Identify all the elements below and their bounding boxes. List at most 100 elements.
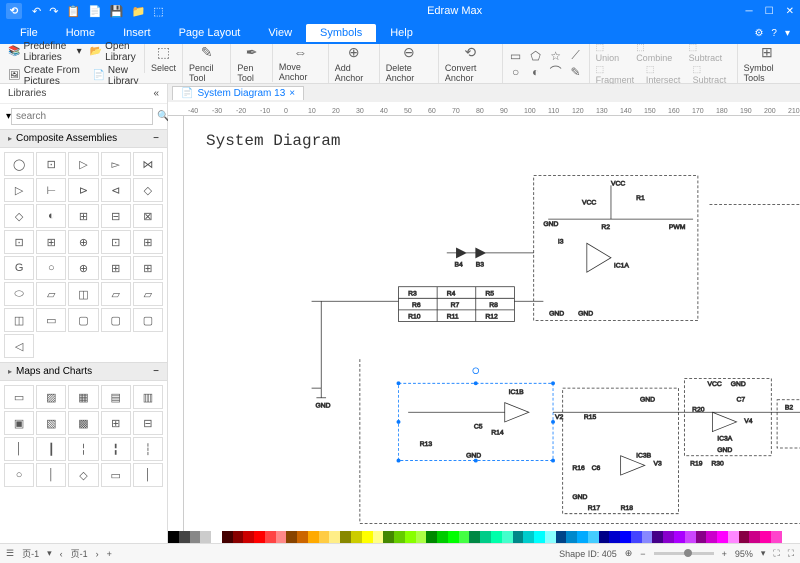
symbol-tools[interactable]: ⊞Symbol Tools — [737, 44, 796, 83]
shape-line[interactable]: ⟋ — [569, 49, 583, 63]
color-swatch[interactable] — [416, 531, 427, 543]
library-shape[interactable]: ⊞ — [133, 256, 163, 280]
search-input[interactable] — [11, 108, 153, 125]
accordion-composite[interactable]: Composite Assemblies− — [0, 129, 167, 148]
color-swatch[interactable] — [233, 531, 244, 543]
library-shape[interactable]: ◇ — [68, 463, 98, 487]
color-swatch[interactable] — [609, 531, 620, 543]
color-swatch[interactable] — [351, 531, 362, 543]
library-shape[interactable]: ◇ — [133, 178, 163, 202]
minimize-button[interactable]: ─ — [746, 6, 753, 17]
menu-view[interactable]: View — [254, 24, 306, 42]
library-shape[interactable]: ▷ — [68, 152, 98, 176]
color-swatch[interactable] — [652, 531, 663, 543]
library-shape[interactable]: ⬭ — [4, 282, 34, 306]
color-swatch[interactable] — [265, 531, 276, 543]
color-swatch[interactable] — [706, 531, 717, 543]
shape-pentagon[interactable]: ⬠ — [529, 49, 543, 63]
bool-subtract[interactable]: ⬚ Subtract — [689, 42, 731, 63]
library-shape[interactable]: ┃ — [36, 437, 66, 461]
library-shape[interactable]: ⋈ — [133, 152, 163, 176]
fit-page-icon[interactable]: ⛶ — [773, 548, 779, 559]
color-swatch[interactable] — [276, 531, 287, 543]
qat-save[interactable]: 💾 — [110, 5, 124, 18]
library-shape[interactable]: │ — [4, 437, 34, 461]
menu-page-layout[interactable]: Page Layout — [165, 24, 255, 42]
library-shape[interactable]: ▢ — [133, 308, 163, 332]
library-shape[interactable]: ▭ — [101, 463, 131, 487]
library-shape[interactable]: ⊳ — [68, 178, 98, 202]
color-swatch[interactable] — [329, 531, 340, 543]
color-swatch[interactable] — [749, 531, 760, 543]
color-palette[interactable] — [168, 531, 782, 543]
page-tab-2[interactable]: 页-1 — [71, 547, 88, 560]
color-swatch[interactable] — [599, 531, 610, 543]
color-swatch[interactable] — [523, 531, 534, 543]
color-swatch[interactable] — [577, 531, 588, 543]
convert-anchor-tool[interactable]: ⟲Convert Anchor — [438, 44, 502, 83]
settings-icon[interactable]: ⚙ — [754, 28, 763, 39]
library-shape[interactable]: ⊕ — [68, 256, 98, 280]
color-swatch[interactable] — [491, 531, 502, 543]
shape-star[interactable]: ☆ — [549, 49, 563, 63]
library-shape[interactable]: ○ — [4, 463, 34, 487]
qat-new[interactable]: 📄 — [88, 5, 102, 18]
color-swatch[interactable] — [620, 531, 631, 543]
bool-intersect[interactable]: ⬚ Intersect — [646, 64, 685, 85]
library-shape[interactable]: ▦ — [68, 385, 98, 409]
color-swatch[interactable] — [254, 531, 265, 543]
zoom-slider[interactable] — [654, 552, 714, 555]
page-next[interactable]: › — [96, 549, 99, 559]
library-shape[interactable]: ⊠ — [133, 204, 163, 228]
library-shape[interactable]: │ — [133, 463, 163, 487]
color-swatch[interactable] — [286, 531, 297, 543]
zoom-dropdown[interactable]: ▾ — [761, 548, 766, 559]
select-tool[interactable]: ⬚Select — [144, 44, 182, 73]
color-swatch[interactable] — [771, 531, 782, 543]
color-swatch[interactable] — [685, 531, 696, 543]
qat-clipboard[interactable]: 📋 — [66, 5, 80, 18]
color-swatch[interactable] — [308, 531, 319, 543]
bool-subtract2[interactable]: ⬚ Subtract — [693, 64, 731, 85]
color-swatch[interactable] — [513, 531, 524, 543]
color-swatch[interactable] — [566, 531, 577, 543]
library-shape[interactable]: ◇ — [4, 204, 34, 228]
library-shape[interactable]: G — [4, 256, 34, 280]
color-swatch[interactable] — [168, 531, 179, 543]
accordion-maps[interactable]: Maps and Charts− — [0, 362, 167, 381]
color-swatch[interactable] — [545, 531, 556, 543]
color-swatch[interactable] — [405, 531, 416, 543]
color-swatch[interactable] — [437, 531, 448, 543]
shape-arc[interactable]: ⌒ — [549, 65, 563, 79]
library-shape[interactable]: ◐ — [36, 204, 66, 228]
qat-more[interactable]: ⬚ — [153, 5, 163, 18]
qat-undo[interactable]: ↶ — [32, 5, 41, 18]
delete-anchor-tool[interactable]: ⊖Delete Anchor — [379, 44, 438, 83]
open-library-button[interactable]: 📂 Open Library — [90, 41, 140, 63]
add-anchor-tool[interactable]: ⊕Add Anchor — [328, 44, 379, 83]
library-shape[interactable]: ⊕ — [68, 230, 98, 254]
color-swatch[interactable] — [631, 531, 642, 543]
close-button[interactable]: ✕ — [786, 6, 794, 17]
zoom-out-button[interactable]: − — [640, 549, 645, 559]
color-swatch[interactable] — [200, 531, 211, 543]
color-swatch[interactable] — [534, 531, 545, 543]
library-shape[interactable]: ▷ — [4, 178, 34, 202]
document-tab[interactable]: 📄 System Diagram 13 × — [172, 86, 304, 100]
page-tab-1[interactable]: 页-1 — [22, 547, 39, 560]
pencil-tool[interactable]: ✎Pencil Tool — [182, 44, 230, 83]
color-swatch[interactable] — [211, 531, 222, 543]
library-shape[interactable]: ⊟ — [133, 411, 163, 435]
library-shape[interactable]: ▻ — [101, 152, 131, 176]
add-page-button[interactable]: + — [107, 549, 112, 559]
library-shape[interactable]: ▢ — [68, 308, 98, 332]
color-swatch[interactable] — [179, 531, 190, 543]
bool-combine[interactable]: ⬚ Combine — [636, 42, 680, 63]
page-prev[interactable]: ‹ — [60, 549, 63, 559]
library-shape[interactable]: │ — [36, 463, 66, 487]
library-shape[interactable]: ⊞ — [101, 256, 131, 280]
color-swatch[interactable] — [674, 531, 685, 543]
library-shape[interactable]: ⊟ — [101, 204, 131, 228]
library-shape[interactable]: ⊡ — [36, 152, 66, 176]
library-shape[interactable]: ▱ — [36, 282, 66, 306]
